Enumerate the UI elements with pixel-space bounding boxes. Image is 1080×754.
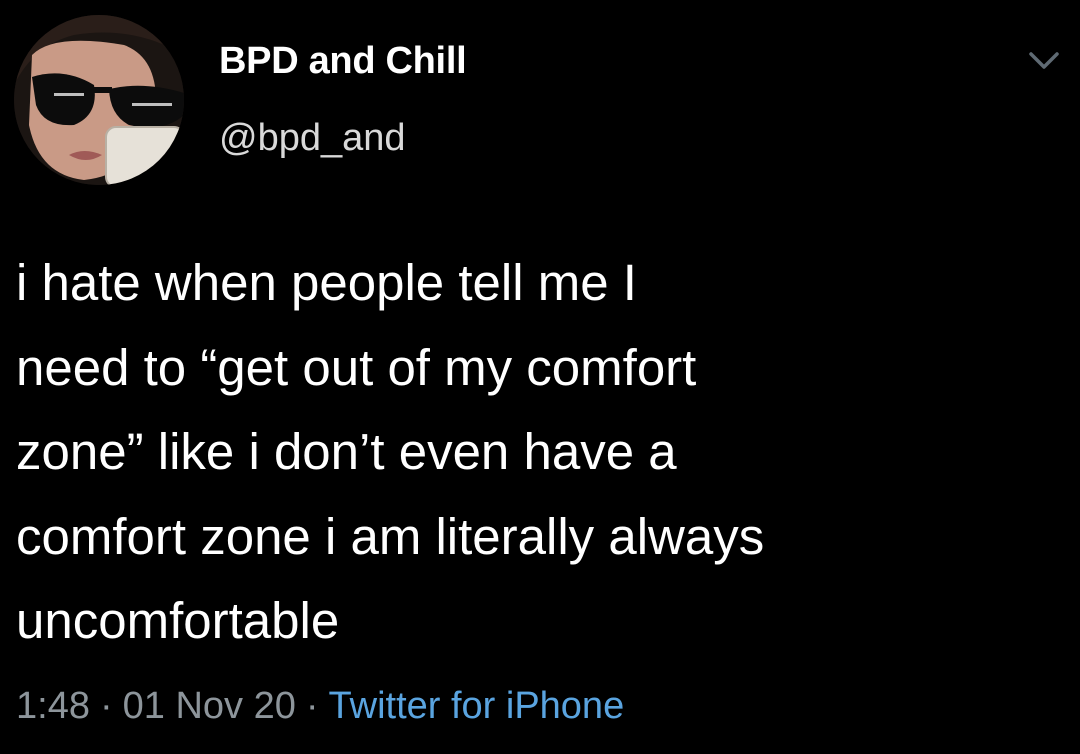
meta-separator: · — [305, 685, 319, 727]
tweet-text-line: need to “get out of my comfort — [16, 338, 697, 396]
tweet-date[interactable]: 01 Nov 20 — [123, 685, 296, 727]
tweet-text-line: uncomfortable — [16, 592, 340, 649]
username-handle[interactable]: @bpd_and — [219, 117, 406, 160]
tweet-text-line: comfort zone i am literally always — [16, 507, 765, 565]
tweet-metadata: 1:48 · 01 Nov 20 · Twitter for iPhone — [16, 685, 624, 728]
avatar[interactable] — [14, 15, 184, 185]
avatar-photo-icon — [14, 15, 184, 185]
tweet-card: BPD and Chill @bpd_and i hate when peopl… — [0, 0, 1080, 754]
tweet-text: i hate when people tell me I need to “ge… — [16, 241, 1066, 664]
tweet-source-link[interactable]: Twitter for iPhone — [329, 685, 625, 727]
meta-separator: · — [99, 685, 113, 727]
display-name[interactable]: BPD and Chill — [219, 40, 467, 83]
chevron-down-icon[interactable] — [1026, 48, 1062, 74]
tweet-text-line: zone” like i don’t even have a — [16, 423, 677, 480]
tweet-text-line: i hate when people tell me I — [16, 254, 637, 311]
tweet-time[interactable]: 1:48 — [16, 685, 90, 727]
